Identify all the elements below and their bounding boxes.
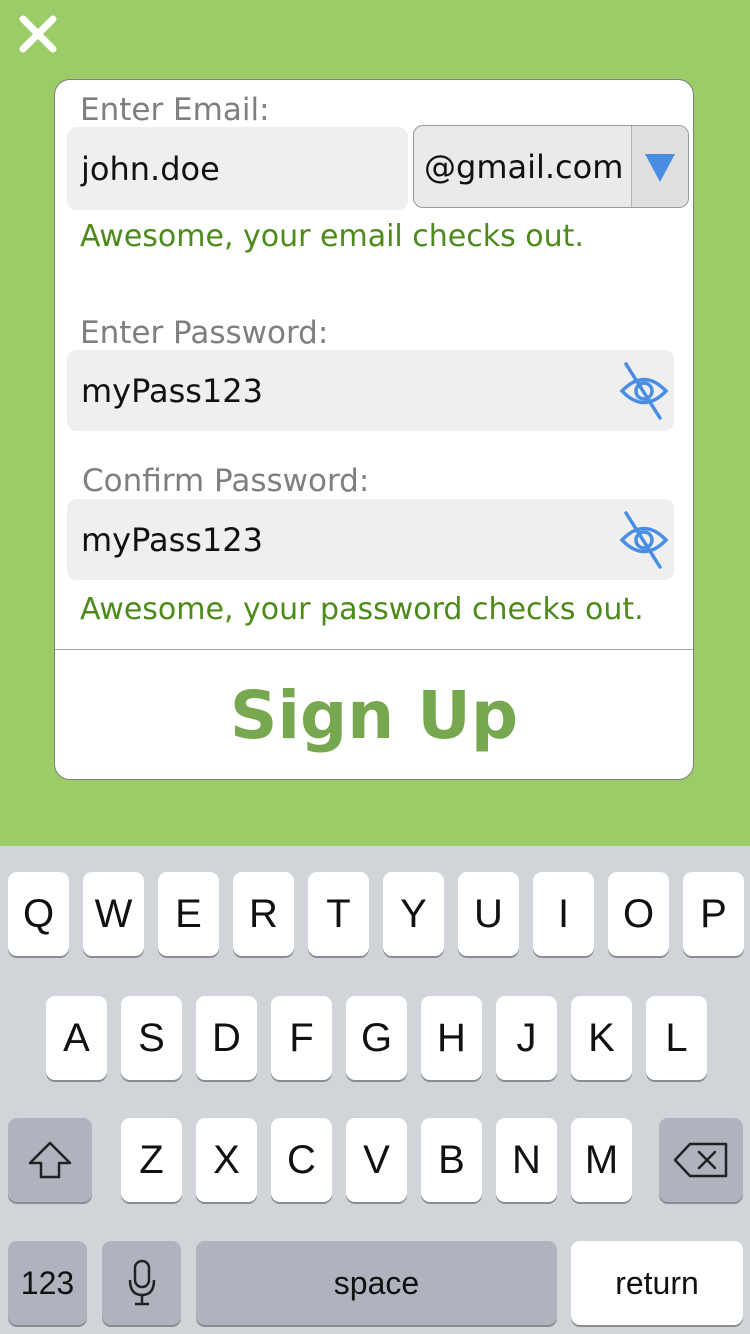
key-n[interactable]: N [496,1118,557,1202]
email-value: john.doe [81,149,220,188]
email-label: Enter Email: [80,92,270,128]
microphone-icon [128,1259,155,1306]
key-u[interactable]: U [458,872,519,956]
email-domain-value: @gmail.com [424,147,624,186]
key-z[interactable]: Z [121,1118,182,1202]
password-label: Enter Password: [80,315,329,351]
email-field[interactable]: john.doe [67,127,408,210]
signup-card: Enter Email: john.doe @gmail.com Awesome… [54,79,694,780]
backspace-key[interactable] [659,1118,743,1202]
email-status-message: Awesome, your email checks out. [80,219,584,254]
confirm-password-value: myPass123 [81,520,263,559]
key-e[interactable]: E [158,872,219,956]
microphone-key[interactable] [102,1241,181,1325]
key-r[interactable]: R [233,872,294,956]
key-c[interactable]: C [271,1118,332,1202]
key-o[interactable]: O [608,872,669,956]
keyboard: Q W E R T Y U I O P A S D F G H J K L Z … [0,846,750,1334]
key-y[interactable]: Y [383,872,444,956]
key-q[interactable]: Q [8,872,69,956]
close-button[interactable] [18,14,58,54]
key-w[interactable]: W [83,872,144,956]
close-icon [19,15,57,53]
shift-key[interactable] [8,1118,92,1202]
shift-arrow-icon [28,1141,72,1179]
password-value: myPass123 [81,371,263,410]
return-key[interactable]: return [571,1241,743,1325]
key-d[interactable]: D [196,996,257,1080]
key-s[interactable]: S [121,996,182,1080]
key-x[interactable]: X [196,1118,257,1202]
key-h[interactable]: H [421,996,482,1080]
sign-up-button[interactable]: Sign Up [55,650,693,779]
eye-slash-icon [619,362,669,420]
confirm-password-field[interactable]: myPass123 [67,499,674,580]
space-key[interactable]: space [196,1241,557,1325]
key-g[interactable]: G [346,996,407,1080]
key-k[interactable]: K [571,996,632,1080]
key-i[interactable]: I [533,872,594,956]
key-p[interactable]: P [683,872,744,956]
password-visibility-toggle[interactable] [618,362,670,420]
domain-dropdown-button[interactable] [631,126,688,207]
triangle-down-icon [645,153,675,182]
confirm-password-label: Confirm Password: [82,463,370,499]
key-a[interactable]: A [46,996,107,1080]
password-status-message: Awesome, your password checks out. [80,592,644,627]
key-t[interactable]: T [308,872,369,956]
numbers-key[interactable]: 123 [8,1241,87,1325]
email-domain-select[interactable]: @gmail.com [413,125,689,208]
key-v[interactable]: V [346,1118,407,1202]
key-j[interactable]: J [496,996,557,1080]
key-f[interactable]: F [271,996,332,1080]
backspace-icon [673,1142,728,1178]
key-l[interactable]: L [646,996,707,1080]
confirm-password-visibility-toggle[interactable] [618,511,670,569]
key-b[interactable]: B [421,1118,482,1202]
key-m[interactable]: M [571,1118,632,1202]
password-field[interactable]: myPass123 [67,350,674,431]
eye-slash-icon [619,511,669,569]
